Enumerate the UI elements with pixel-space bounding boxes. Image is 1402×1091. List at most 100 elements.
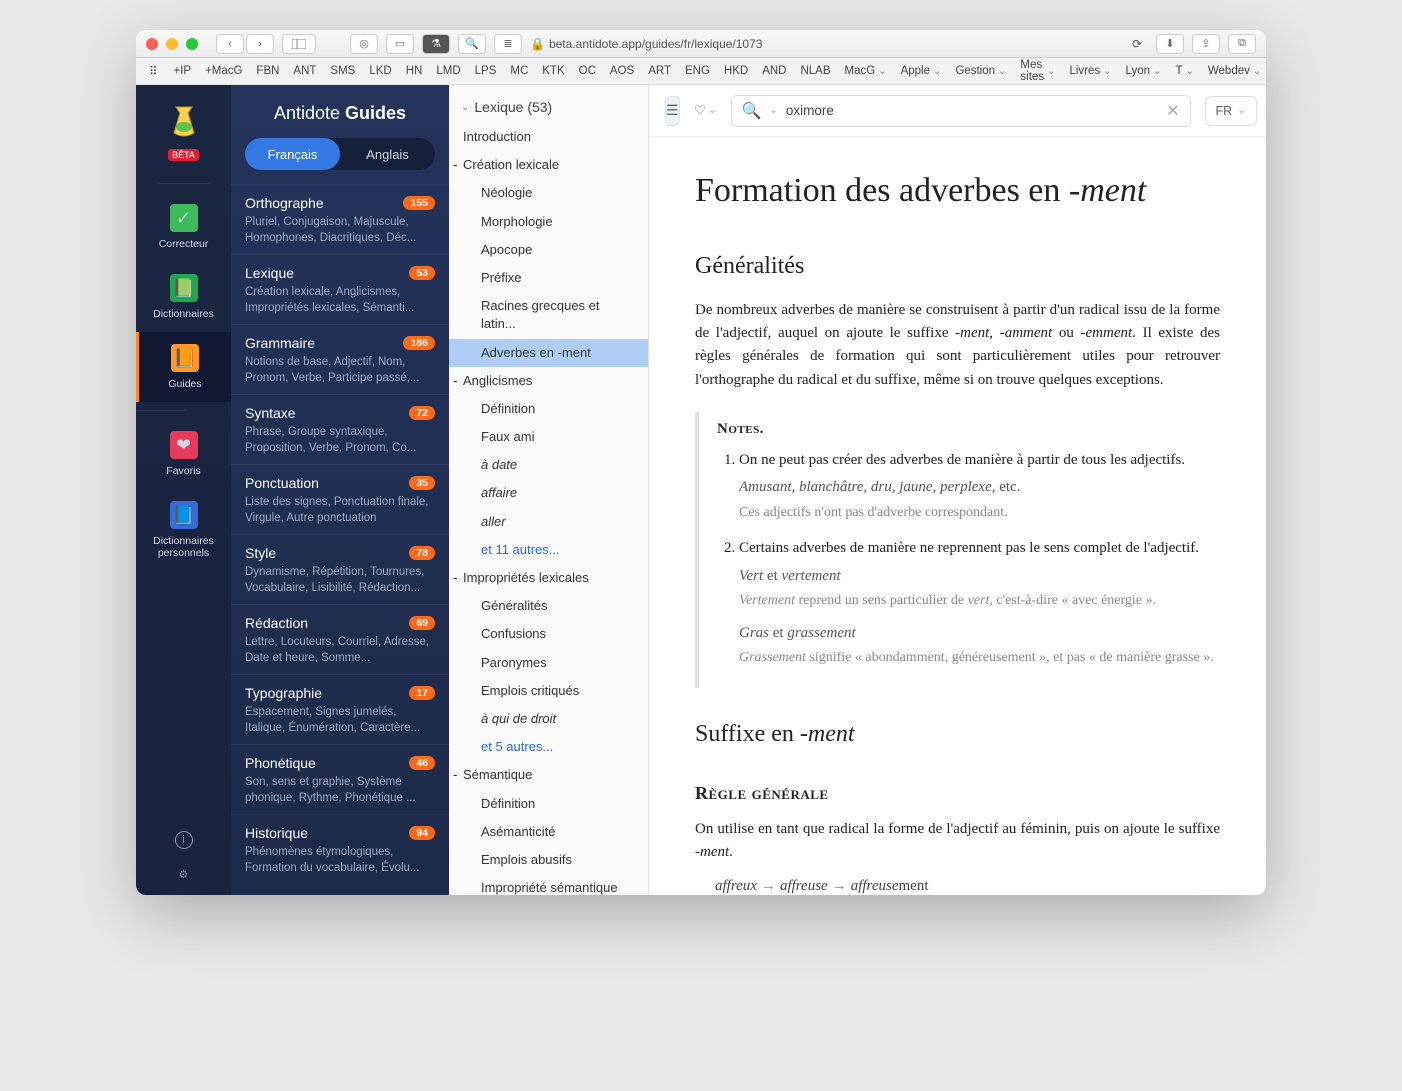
category-item[interactable]: Orthographe155Pluriel, Conjugaison, Maju…: [231, 184, 449, 254]
rail-label: Dictionnaires personnels: [136, 535, 231, 559]
reader-icon[interactable]: ≣: [494, 34, 522, 54]
lang-select[interactable]: FR⌄: [1205, 96, 1257, 126]
bookmark-item[interactable]: Lyon⌄: [1119, 56, 1169, 86]
rail-item-dictionnaires[interactable]: 📗Dictionnaires: [136, 262, 231, 332]
toc-item[interactable]: Racines grecques et latin...: [449, 292, 648, 338]
forward-button[interactable]: ›: [246, 34, 274, 54]
minimize-traffic-light[interactable]: [166, 38, 178, 50]
bookmark-item[interactable]: +MacG: [198, 56, 249, 86]
bookmark-item[interactable]: AOS: [603, 56, 641, 86]
bookmark-item[interactable]: Gestion⌄: [948, 56, 1013, 86]
toc-item[interactable]: Introduction: [449, 123, 648, 151]
toc-item[interactable]: Définition: [449, 790, 648, 818]
language-toggle[interactable]: Français Anglais: [245, 138, 435, 170]
toc-item[interactable]: et 5 autres...: [449, 733, 648, 761]
category-item[interactable]: Rédaction69Lettre, Locuteurs, Courriel, …: [231, 604, 449, 674]
bookmark-item[interactable]: T⌄: [1168, 56, 1200, 86]
rail-icon: ✓: [170, 204, 198, 232]
bookmark-item[interactable]: Apple⌄: [894, 56, 949, 86]
toc-header[interactable]: ⌄Lexique (53): [449, 85, 648, 123]
bookmark-item[interactable]: FBN: [249, 56, 286, 86]
rail-item-correcteur[interactable]: ✓Correcteur: [136, 192, 231, 262]
lang-en[interactable]: Anglais: [340, 138, 435, 170]
toc-item[interactable]: Faux ami: [449, 423, 648, 451]
bookmark-item[interactable]: Mes sites⌄: [1013, 56, 1062, 86]
toc-item[interactable]: Impropriétés lexicales: [449, 564, 648, 592]
search-toolbar-icon[interactable]: 🔍: [458, 34, 486, 54]
toc-item[interactable]: à date: [449, 451, 648, 479]
reload-icon[interactable]: ⟳: [1132, 37, 1148, 51]
bookmark-item[interactable]: LPS: [468, 56, 504, 86]
rail-item-guides[interactable]: 📙Guides: [136, 332, 231, 402]
toc-item[interactable]: Apocope: [449, 236, 648, 264]
back-button[interactable]: ‹: [216, 34, 244, 54]
bookmark-item[interactable]: Livres⌄: [1062, 56, 1118, 86]
toc-item[interactable]: Sémantique: [449, 761, 648, 789]
lang-fr[interactable]: Français: [245, 138, 340, 170]
toc-item[interactable]: Définition: [449, 395, 648, 423]
toc-item[interactable]: Anglicismes: [449, 367, 648, 395]
search-input[interactable]: [786, 103, 1158, 118]
toc-item[interactable]: Impropriété sémantique: [449, 874, 648, 895]
info-icon[interactable]: i: [175, 831, 193, 849]
category-item[interactable]: Historique94Phénomènes étymologiques, Fo…: [231, 814, 449, 884]
toc-item[interactable]: Paronymes: [449, 649, 648, 677]
category-item[interactable]: Grammaire186Notions de base, Adjectif, N…: [231, 324, 449, 394]
toc-item[interactable]: Confusions: [449, 620, 648, 648]
zoom-traffic-light[interactable]: [186, 38, 198, 50]
download-icon[interactable]: ⬇: [1156, 34, 1184, 54]
bookmark-item[interactable]: +IP: [166, 56, 198, 86]
chevron-down-icon[interactable]: ⌄: [769, 105, 777, 116]
share-icon[interactable]: ⇪: [1192, 34, 1220, 54]
category-item[interactable]: Style78Dynamisme, Répétition, Tournures,…: [231, 534, 449, 604]
toc-item[interactable]: aller: [449, 508, 648, 536]
toc-item[interactable]: Généralités: [449, 592, 648, 620]
heart-icon[interactable]: ♡⌄: [694, 96, 717, 126]
apps-icon[interactable]: ⠿: [142, 61, 164, 81]
bookmark-item[interactable]: AND: [755, 56, 793, 86]
clear-icon[interactable]: ✕: [1166, 101, 1179, 121]
bookmark-item[interactable]: HKD: [717, 56, 755, 86]
category-item[interactable]: Syntaxe72Phrase, Groupe syntaxique, Prop…: [231, 394, 449, 464]
menu-icon[interactable]: ☰: [665, 96, 680, 126]
close-traffic-light[interactable]: [146, 38, 158, 50]
gear-icon[interactable]: ⚙: [179, 869, 188, 881]
category-item[interactable]: Phonétique46Son, sens et graphie, Systèm…: [231, 744, 449, 814]
rail-item-favoris[interactable]: ❤Favoris: [136, 419, 231, 489]
flask-icon[interactable]: ⚗: [422, 34, 450, 54]
shield-icon[interactable]: ◎: [350, 34, 378, 54]
category-item[interactable]: Typographie17Espacement, Signes jumelés,…: [231, 674, 449, 744]
bookmark-item[interactable]: ART: [641, 56, 678, 86]
bookmark-item[interactable]: KTK: [535, 56, 571, 86]
bookmark-item[interactable]: ANT: [286, 56, 323, 86]
bookmark-item[interactable]: SMS: [323, 56, 362, 86]
toc-item[interactable]: Emplois critiqués: [449, 677, 648, 705]
bookmark-item[interactable]: NLAB: [793, 56, 837, 86]
toc-item[interactable]: à qui de droit: [449, 705, 648, 733]
window-icon[interactable]: ▭: [386, 34, 414, 54]
bookmark-item[interactable]: MC: [503, 56, 535, 86]
toc-item[interactable]: Création lexicale: [449, 151, 648, 179]
category-name: Historique: [245, 825, 308, 841]
toc-item[interactable]: Asémanticité: [449, 818, 648, 846]
rail-item-dictionnaires-personnels[interactable]: 📘Dictionnaires personnels: [136, 489, 231, 571]
bookmark-item[interactable]: OC: [572, 56, 603, 86]
toc-item[interactable]: et 11 autres...: [449, 536, 648, 564]
bookmark-item[interactable]: HN: [399, 56, 430, 86]
bookmark-item[interactable]: LKD: [362, 56, 398, 86]
tabs-icon[interactable]: ⧉: [1228, 34, 1256, 54]
toc-item[interactable]: affaire: [449, 479, 648, 507]
bookmark-item[interactable]: ENG: [678, 56, 717, 86]
address-bar[interactable]: 🔒beta.antidote.app/guides/fr/lexique/107…: [530, 37, 1148, 51]
sidebar-toggle[interactable]: [282, 34, 316, 54]
bookmark-item[interactable]: MacG⌄: [838, 56, 894, 86]
toc-item[interactable]: Néologie: [449, 179, 648, 207]
toc-item[interactable]: Adverbes en -ment: [449, 339, 648, 367]
toc-item[interactable]: Morphologie: [449, 208, 648, 236]
toc-item[interactable]: Préfixe: [449, 264, 648, 292]
bookmark-item[interactable]: LMD: [429, 56, 467, 86]
toc-item[interactable]: Emplois abusifs: [449, 846, 648, 874]
category-item[interactable]: Ponctuation35Liste des signes, Ponctuati…: [231, 464, 449, 534]
bookmark-item[interactable]: Webdev⌄: [1201, 56, 1266, 86]
category-item[interactable]: Lexique53Création lexicale, Anglicismes,…: [231, 254, 449, 324]
